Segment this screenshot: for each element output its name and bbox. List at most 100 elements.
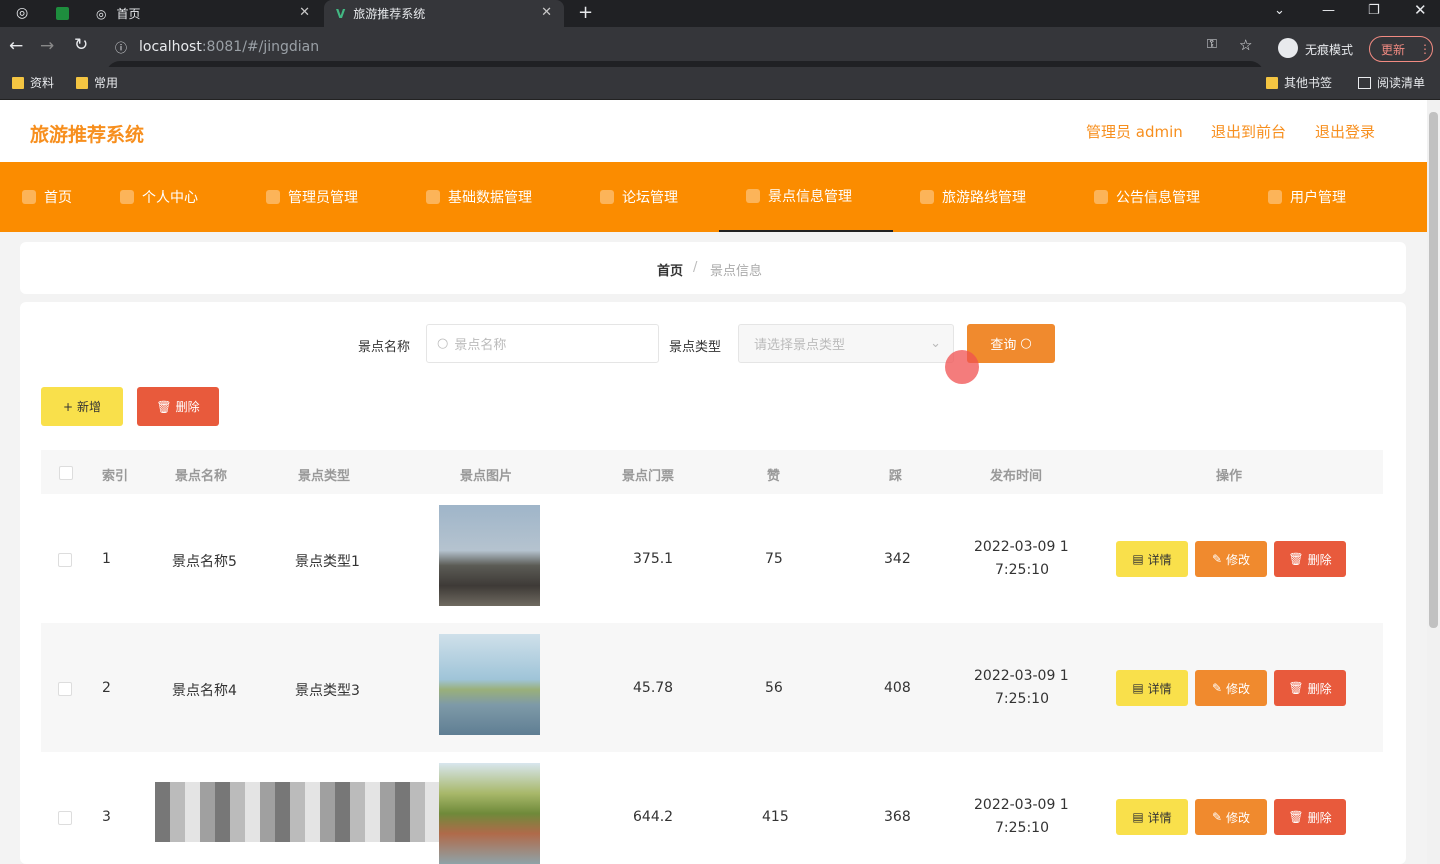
doc-icon: ▤ [1132, 810, 1144, 824]
nav-label: 景点信息管理 [768, 189, 852, 205]
edit-label: 修改 [1226, 681, 1251, 696]
admin-link[interactable]: 管理员 admin [1086, 121, 1183, 142]
detail-button[interactable]: ▤ 详情 [1116, 799, 1188, 835]
bookmark-item[interactable]: 常用 [76, 74, 118, 91]
breadcrumb-home[interactable]: 首页 [657, 260, 683, 279]
restore-icon[interactable]: ❐ [1368, 3, 1380, 18]
pixelated-redaction [155, 782, 445, 842]
col-ticket: 景点门票 [622, 469, 675, 484]
type-select[interactable]: 请选择景点类型 ⌄ [738, 324, 954, 363]
select-all-checkbox[interactable] [59, 466, 73, 480]
detail-button[interactable]: ▤ 详情 [1116, 541, 1188, 577]
detail-label: 详情 [1147, 681, 1172, 696]
bookmark-item[interactable]: 资料 [12, 74, 54, 91]
back-icon[interactable]: ← [9, 36, 23, 56]
incognito-label[interactable]: 无痕模式 [1305, 41, 1353, 58]
update-button[interactable]: 更新 ⋮ [1369, 36, 1433, 62]
nav-home[interactable]: 首页 [22, 162, 72, 232]
nav-scenic[interactable]: 景点信息管理 [719, 162, 893, 232]
bookmark-other[interactable]: 其他书签 [1266, 74, 1332, 91]
tab-search-icon[interactable]: ⌄ [1274, 3, 1285, 18]
trash-icon: 🗑 [1288, 681, 1304, 695]
trash-icon: 🗑 [1288, 552, 1304, 566]
cell-time: 7:25:10 [995, 691, 1049, 707]
close-window-icon[interactable]: ✕ [1414, 1, 1427, 19]
detail-button[interactable]: ▤ 详情 [1116, 670, 1188, 706]
globe-icon: ◎ [96, 6, 107, 21]
search-icon: ○ [1020, 336, 1032, 351]
nav-label: 旅游路线管理 [942, 190, 1026, 206]
cell-type: 景点类型3 [295, 683, 360, 699]
reading-list[interactable]: 阅读清单 [1358, 74, 1425, 91]
tab-home[interactable]: ◎ 首页 ✕ [84, 0, 322, 27]
col-actions: 操作 [1216, 469, 1243, 484]
row-checkbox[interactable] [58, 811, 72, 825]
col-image: 景点图片 [460, 469, 513, 484]
user-icon [120, 190, 134, 204]
add-label: 新增 [77, 400, 102, 414]
bookmark-label: 其他书签 [1284, 76, 1333, 90]
close-icon[interactable]: ✕ [299, 5, 310, 20]
minimize-icon[interactable]: — [1322, 3, 1335, 18]
nav-label: 用户管理 [1290, 190, 1346, 206]
cell-up: 415 [762, 809, 789, 825]
nav-forum[interactable]: 论坛管理 [600, 162, 678, 232]
tab-title: 旅游推荐系统 [353, 7, 426, 21]
front-link[interactable]: 退出到前台 [1211, 121, 1286, 142]
name-input[interactable]: ○ 景点名称 [426, 324, 659, 363]
name-placeholder: 景点名称 [454, 338, 507, 353]
nav-routes[interactable]: 旅游路线管理 [920, 162, 1026, 232]
forward-icon[interactable]: → [40, 36, 54, 56]
nav-users[interactable]: 用户管理 [1268, 162, 1346, 232]
edit-button[interactable]: ✎ 修改 [1195, 799, 1267, 835]
delete-button[interactable]: 🗑 删除 [1274, 541, 1346, 577]
url-path: :8081/#/jingdian [201, 39, 320, 55]
row-checkbox[interactable] [58, 553, 72, 567]
edit-button[interactable]: ✎ 修改 [1195, 541, 1267, 577]
bookmarks-bar [0, 67, 1440, 100]
doc-icon: ▤ [1132, 552, 1144, 566]
delete-label: 删除 [1307, 810, 1332, 825]
info-icon[interactable]: ⓘ [115, 39, 127, 56]
close-icon[interactable]: ✕ [541, 5, 552, 20]
sheets-icon[interactable] [56, 7, 69, 20]
row-checkbox[interactable] [58, 682, 72, 696]
delete-button[interactable]: 🗑 删除 [1274, 799, 1346, 835]
nav-profile[interactable]: 个人中心 [120, 162, 198, 232]
tab-app[interactable]: V 旅游推荐系统 ✕ [324, 0, 564, 27]
batch-delete-button[interactable]: 🗑 删除 [137, 387, 219, 426]
incognito-icon [1278, 38, 1298, 58]
scenic-image [439, 505, 540, 606]
logout-link[interactable]: 退出登录 [1315, 121, 1375, 142]
name-label: 景点名称 [358, 340, 411, 355]
nav-label: 个人中心 [142, 190, 198, 206]
query-button[interactable]: 查询 ○ [967, 324, 1055, 363]
scrollbar-thumb[interactable] [1429, 112, 1438, 628]
cell-index: 3 [102, 809, 111, 825]
cell-time: 7:25:10 [995, 820, 1049, 836]
star-icon[interactable]: ☆ [1239, 36, 1252, 54]
new-tab-icon[interactable]: + [578, 2, 593, 23]
edit-button[interactable]: ✎ 修改 [1195, 670, 1267, 706]
key-icon[interactable]: ⚿ [1207, 37, 1217, 52]
edit-label: 修改 [1226, 810, 1251, 825]
nav-label: 公告信息管理 [1116, 190, 1200, 206]
nav-notice[interactable]: 公告信息管理 [1094, 162, 1200, 232]
nav-basedata[interactable]: 基础数据管理 [426, 162, 532, 232]
edit-icon: ✎ [1211, 552, 1223, 566]
add-button[interactable]: + 新增 [41, 387, 123, 426]
url-text[interactable]: localhost:8081/#/jingdian [139, 39, 319, 55]
url-host: localhost [139, 39, 202, 55]
delete-button[interactable]: 🗑 删除 [1274, 670, 1346, 706]
nav-label: 基础数据管理 [448, 190, 532, 206]
notice-icon [1094, 190, 1108, 204]
nav-admins[interactable]: 管理员管理 [266, 162, 358, 232]
app-title: 旅游推荐系统 [30, 124, 145, 146]
cell-time: 2022-03-09 1 [974, 797, 1069, 813]
cell-time: 2022-03-09 1 [974, 668, 1069, 684]
breadcrumb-current: 景点信息 [710, 264, 763, 279]
col-type: 景点类型 [298, 469, 351, 484]
globe-icon: ◎ [16, 5, 29, 21]
reload-icon[interactable]: ↻ [74, 35, 88, 55]
chevron-down-icon: ⌄ [930, 336, 941, 351]
